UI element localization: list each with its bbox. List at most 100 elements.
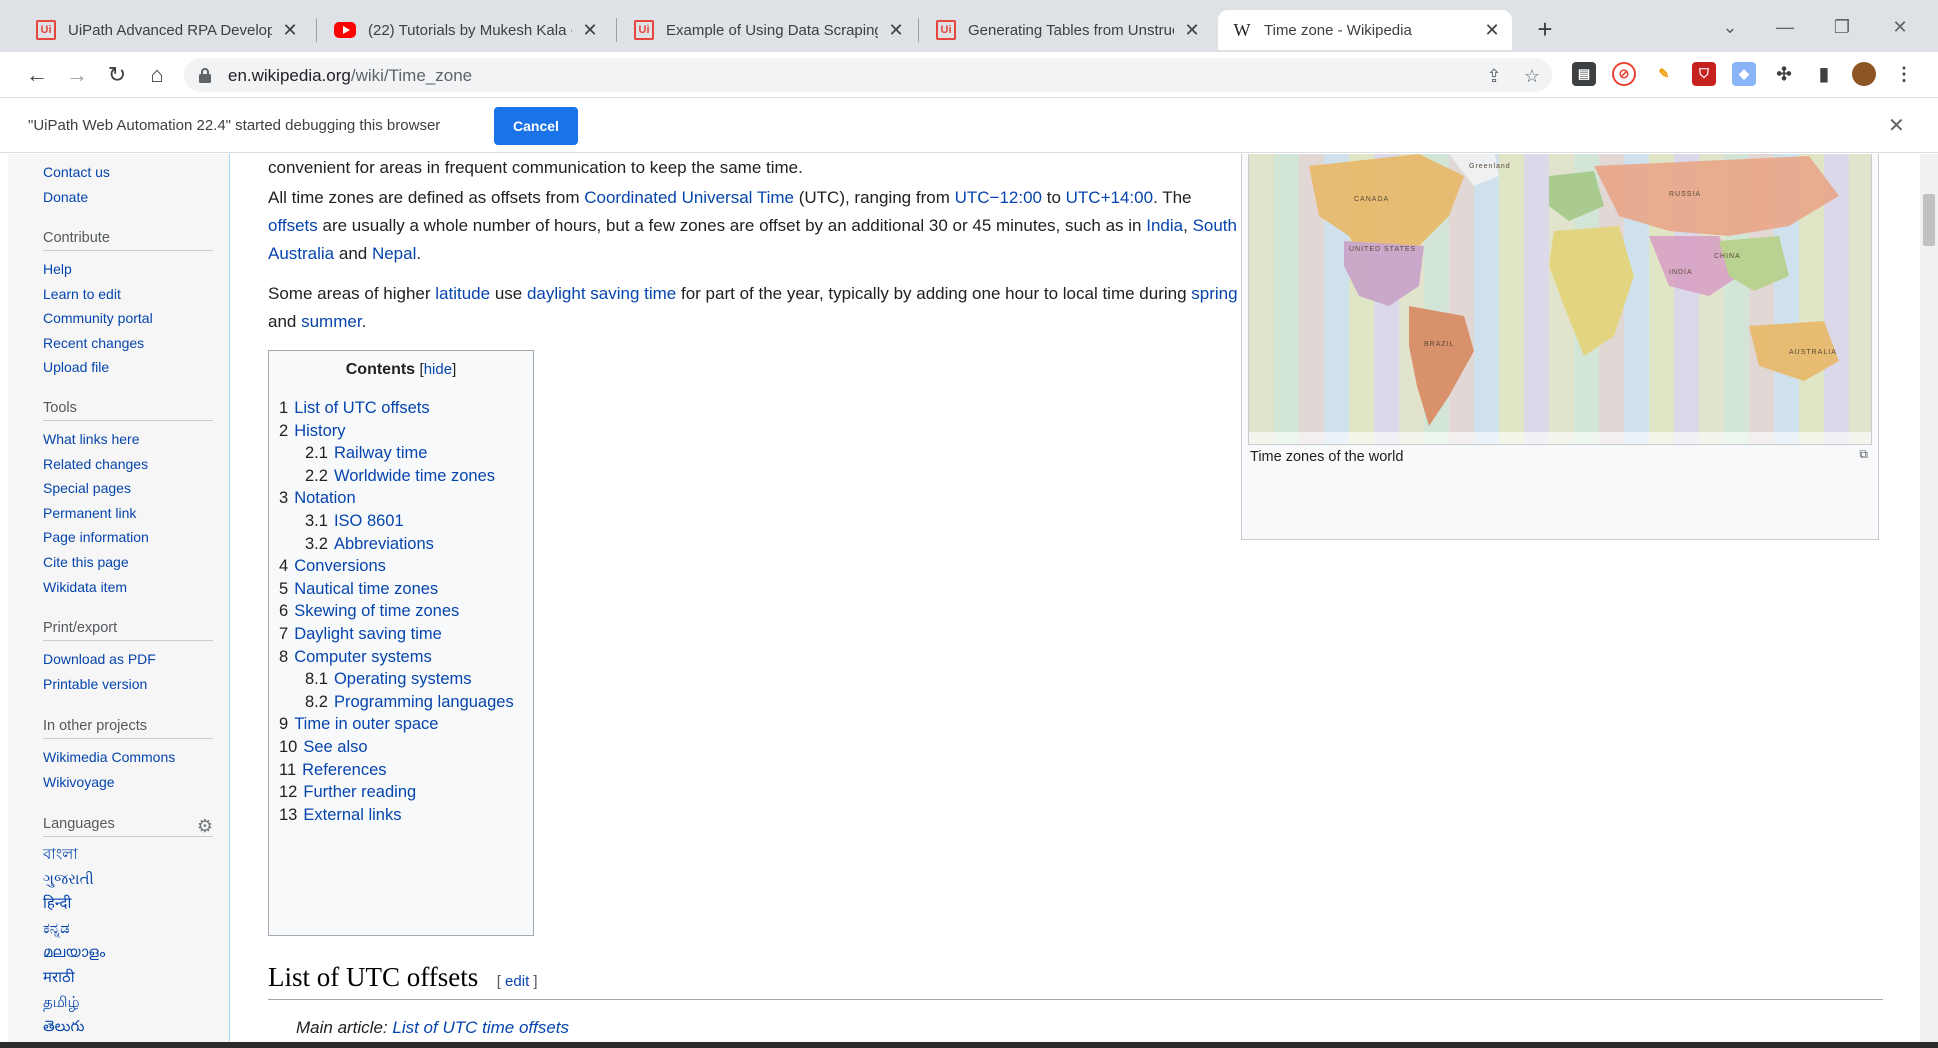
language-link[interactable]: தமிழ் — [43, 991, 213, 1016]
link-coordinated-universal-time[interactable]: Coordinated Universal Time — [584, 188, 794, 207]
sidebar-link-printable-version[interactable]: Printable version — [43, 672, 213, 697]
language-link[interactable]: हिन्दी — [43, 892, 213, 917]
toc-item[interactable]: 8.1 Operating systems — [305, 668, 472, 690]
back-icon[interactable]: ← — [20, 58, 54, 92]
language-link[interactable]: मराठी — [43, 966, 213, 991]
toc-link[interactable]: List of UTC offsets — [294, 399, 429, 417]
home-icon[interactable]: ⌂ — [140, 58, 174, 92]
toc-link[interactable]: ISO 8601 — [334, 512, 404, 530]
forward-icon[interactable]: → — [60, 58, 94, 92]
extension-block-icon[interactable]: ⊘ — [1612, 62, 1636, 86]
new-tab-button[interactable]: + — [1530, 14, 1560, 44]
toc-link[interactable]: Daylight saving time — [294, 625, 442, 643]
enlarge-icon[interactable]: ⧉ — [1859, 447, 1868, 462]
sidebar-link-permanent-link[interactable]: Permanent link — [43, 501, 213, 526]
close-icon[interactable]: ✕ — [1482, 20, 1502, 41]
sidebar-link-contact-us[interactable]: Contact us — [43, 160, 213, 185]
close-icon[interactable]: ✕ — [1182, 20, 1202, 41]
toc-link[interactable]: Operating systems — [334, 670, 472, 688]
toc-item[interactable]: 3 Notation — [279, 487, 356, 509]
toc-item[interactable]: 2.1 Railway time — [305, 442, 427, 464]
side-panel-icon[interactable]: ▮ — [1812, 62, 1836, 86]
toc-link[interactable]: Abbreviations — [334, 535, 434, 553]
language-link[interactable]: മലയാളം — [43, 941, 213, 966]
address-bar[interactable]: en.wikipedia.org/wiki/Time_zone ⇪ ☆ — [184, 58, 1552, 92]
sidebar-link-community-portal[interactable]: Community portal — [43, 306, 213, 331]
toc-link[interactable]: History — [294, 422, 345, 440]
toc-item[interactable]: 3.1 ISO 8601 — [305, 510, 404, 532]
sidebar-link-recent-changes[interactable]: Recent changes — [43, 331, 213, 356]
link-utc-minus-12[interactable]: UTC−12:00 — [955, 188, 1042, 207]
toc-item[interactable]: 7 Daylight saving time — [279, 623, 442, 645]
toc-item[interactable]: 10 See also — [279, 736, 368, 758]
toc-link[interactable]: Conversions — [294, 557, 386, 575]
toc-link[interactable]: Time in outer space — [294, 715, 438, 733]
sidebar-link-cite-this-page[interactable]: Cite this page — [43, 550, 213, 575]
toc-item[interactable]: 4 Conversions — [279, 555, 386, 577]
sidebar-link-wikimedia-commons[interactable]: Wikimedia Commons — [43, 745, 213, 770]
language-link[interactable]: ગુજરાતી — [43, 868, 213, 893]
edit-link[interactable]: edit — [505, 973, 529, 990]
link-nepal[interactable]: Nepal — [372, 244, 416, 263]
sidebar-link-wikivoyage[interactable]: Wikivoyage — [43, 770, 213, 795]
tab-wikipedia[interactable]: W Time zone - Wikipedia ✕ — [1218, 10, 1512, 50]
profile-avatar[interactable] — [1852, 62, 1876, 86]
link-india[interactable]: India — [1146, 216, 1183, 235]
extension-pen-icon[interactable]: ✎ — [1652, 62, 1676, 86]
sidebar-link-wikidata-item[interactable]: Wikidata item — [43, 575, 213, 600]
sidebar-link-page-information[interactable]: Page information — [43, 525, 213, 550]
toc-item[interactable]: 9 Time in outer space — [279, 713, 438, 735]
toc-item[interactable]: 2.2 Worldwide time zones — [305, 465, 495, 487]
extension-reader-icon[interactable]: ▤ — [1572, 62, 1596, 86]
scrollbar-thumb[interactable] — [1923, 194, 1935, 246]
toc-item[interactable]: 8.2 Programming languages — [305, 691, 514, 713]
toc-link[interactable]: See also — [303, 738, 367, 756]
reload-icon[interactable]: ↻ — [100, 58, 134, 92]
extensions-puzzle-icon[interactable]: ✣ — [1772, 62, 1796, 86]
world-time-zones-map[interactable]: CANADA UNITED STATES BRAZIL RUSSIA CHINA INDI… — [1248, 154, 1872, 445]
toc-item[interactable]: 1 List of UTC offsets — [279, 397, 430, 419]
toc-link[interactable]: Programming languages — [334, 693, 514, 711]
toc-link[interactable]: Notation — [294, 489, 355, 507]
toc-item[interactable]: 5 Nautical time zones — [279, 578, 438, 600]
gear-icon[interactable]: ⚙ — [197, 816, 213, 837]
toc-item[interactable]: 12 Further reading — [279, 781, 416, 803]
minimize-icon[interactable]: — — [1765, 12, 1805, 42]
sidebar-link-what-links-here[interactable]: What links here — [43, 427, 213, 452]
link-offsets[interactable]: offsets — [268, 216, 318, 235]
toc-link[interactable]: Further reading — [303, 783, 416, 801]
bookmark-star-icon[interactable]: ☆ — [1522, 66, 1542, 86]
toc-item[interactable]: 13 External links — [279, 804, 401, 826]
sidebar-link-special-pages[interactable]: Special pages — [43, 476, 213, 501]
toc-link[interactable]: Railway time — [334, 444, 428, 462]
link-spring[interactable]: spring — [1191, 284, 1237, 303]
section-edit[interactable]: [ edit ] — [497, 973, 538, 990]
sidebar-link-download-pdf[interactable]: Download as PDF — [43, 647, 213, 672]
toc-item[interactable]: 2 History — [279, 420, 346, 442]
toc-hide-toggle[interactable]: [hide] — [420, 361, 457, 378]
language-link[interactable]: বাংলা — [43, 843, 213, 868]
sidebar-link-help[interactable]: Help — [43, 257, 213, 282]
link-latitude[interactable]: latitude — [435, 284, 490, 303]
tab-youtube[interactable]: (22) Tutorials by Mukesh Kala - Y ✕ — [320, 10, 610, 50]
toc-item[interactable]: 3.2 Abbreviations — [305, 533, 434, 555]
toc-link[interactable]: Skewing of time zones — [294, 602, 459, 620]
link-daylight-saving-time[interactable]: daylight saving time — [527, 284, 676, 303]
toc-item[interactable]: 6 Skewing of time zones — [279, 600, 459, 622]
toc-item[interactable]: 11 References — [279, 759, 387, 781]
toc-link[interactable]: Worldwide time zones — [334, 467, 495, 485]
link-utc-plus-14[interactable]: UTC+14:00 — [1066, 188, 1153, 207]
tab-data-scraping[interactable]: Ui Example of Using Data Scraping ✕ — [620, 10, 916, 50]
close-icon[interactable]: ✕ — [1888, 113, 1905, 138]
window-close-icon[interactable]: ✕ — [1880, 12, 1920, 42]
share-icon[interactable]: ⇪ — [1484, 66, 1504, 86]
toc-link[interactable]: References — [302, 761, 386, 779]
toc-item[interactable]: 8 Computer systems — [279, 646, 432, 668]
cancel-button[interactable]: Cancel — [494, 107, 578, 145]
extension-uipath-icon[interactable]: ◆ — [1732, 62, 1756, 86]
toc-link[interactable]: Computer systems — [294, 648, 432, 666]
tab-uipath-advanced[interactable]: Ui UiPath Advanced RPA Developer ✕ — [22, 10, 310, 50]
toc-link[interactable]: Nautical time zones — [294, 580, 438, 598]
close-icon[interactable]: ✕ — [580, 20, 600, 41]
language-link[interactable]: తెలుగు — [43, 1015, 213, 1040]
